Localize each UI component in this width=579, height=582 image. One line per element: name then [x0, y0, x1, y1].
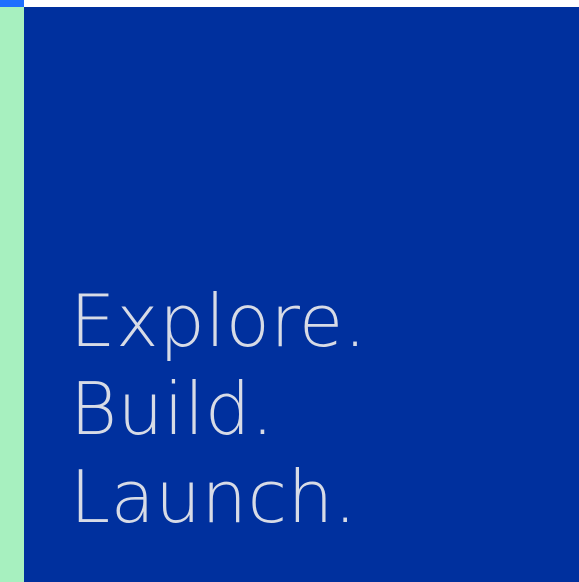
page: Explore. Build. Launch.: [0, 0, 579, 582]
hero-line-build: Build.: [70, 367, 275, 451]
hero-line-launch: Launch.: [70, 455, 358, 539]
hero-panel: Explore. Build. Launch.: [24, 7, 579, 582]
corner-accent: [0, 0, 24, 7]
hero-line-explore: Explore.: [70, 279, 368, 363]
hero-headline: Explore. Build. Launch.: [70, 277, 367, 541]
side-stripe: [0, 7, 24, 582]
